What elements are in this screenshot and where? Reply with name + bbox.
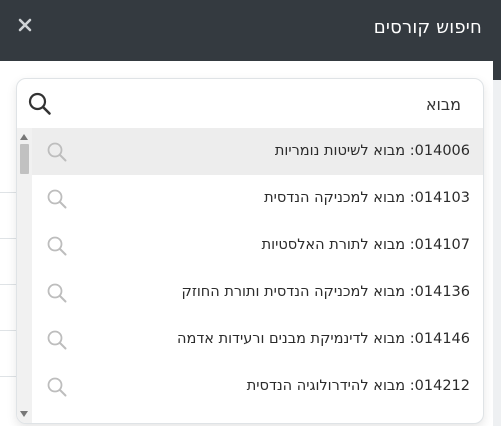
course-name: מבוא לתורת האלסטיות — [261, 237, 406, 253]
course-search-dropdown: 014006: מבוא לשיטות נומריות 014103: מבוא … — [16, 78, 484, 424]
course-label: 014146: מבוא לדינמיקת מבנים ורעידות אדמה — [177, 331, 470, 347]
course-name: מבוא למכניקה הנדסית — [264, 190, 406, 206]
background-page-edge — [493, 61, 501, 426]
course-name: מבוא להידרולוגיה הנדסית — [246, 378, 406, 394]
scroll-up-arrow-icon[interactable] — [20, 134, 28, 140]
modal-header: חיפוש קורסים — [0, 0, 501, 61]
course-label: 014103: מבוא למכניקה הנדסית — [264, 190, 470, 206]
course-code: 014006 — [414, 143, 470, 159]
scrollbar-thumb[interactable] — [20, 144, 29, 174]
course-name: מבוא לדינמיקת מבנים ורעידות אדמה — [177, 331, 406, 347]
list-item[interactable]: 014212: מבוא להידרולוגיה הנדסית — [32, 363, 483, 410]
list-item[interactable]: 014146: מבוא לדינמיקת מבנים ורעידות אדמה — [32, 316, 483, 363]
search-icon — [46, 376, 68, 398]
course-label: 014006: מבוא לשיטות נומריות — [274, 143, 470, 159]
course-code: 014212 — [414, 378, 470, 394]
search-icon — [28, 92, 51, 115]
course-name: מבוא למכניקה הנדסית ותורת החוזק — [181, 284, 406, 300]
scrollbar[interactable] — [17, 128, 32, 423]
scroll-down-arrow-icon[interactable] — [20, 411, 28, 417]
close-button[interactable] — [16, 16, 34, 34]
list-item[interactable]: 014107: מבוא לתורת האלסטיות — [32, 222, 483, 269]
search-icon — [46, 235, 68, 257]
course-code: 014107 — [414, 237, 470, 253]
search-icon — [46, 282, 68, 304]
results-list: 014006: מבוא לשיטות נומריות 014103: מבוא … — [17, 128, 483, 423]
search-row — [17, 79, 483, 128]
list-item[interactable]: 014136: מבוא למכניקה הנדסית ותורת החוזק — [32, 269, 483, 316]
course-code: 014146 — [414, 331, 470, 347]
course-code: 014103 — [414, 190, 470, 206]
search-button[interactable] — [27, 91, 53, 117]
list-item[interactable]: 014103: מבוא למכניקה הנדסית — [32, 175, 483, 222]
close-icon — [18, 18, 32, 32]
page-title: חיפוש קורסים — [373, 17, 482, 38]
course-label: 014136: מבוא למכניקה הנדסית ותורת החוזק — [181, 284, 470, 300]
search-icon — [46, 141, 68, 163]
course-code: 014136 — [414, 284, 470, 300]
search-icon — [46, 188, 68, 210]
course-label: 014107: מבוא לתורת האלסטיות — [261, 237, 470, 253]
search-icon — [46, 329, 68, 351]
list-item[interactable]: 014006: מבוא לשיטות נומריות — [32, 128, 483, 175]
course-name: מבוא לשיטות נומריות — [274, 143, 406, 159]
search-input[interactable] — [61, 87, 467, 121]
course-label: 014212: מבוא להידרולוגיה הנדסית — [246, 378, 470, 394]
